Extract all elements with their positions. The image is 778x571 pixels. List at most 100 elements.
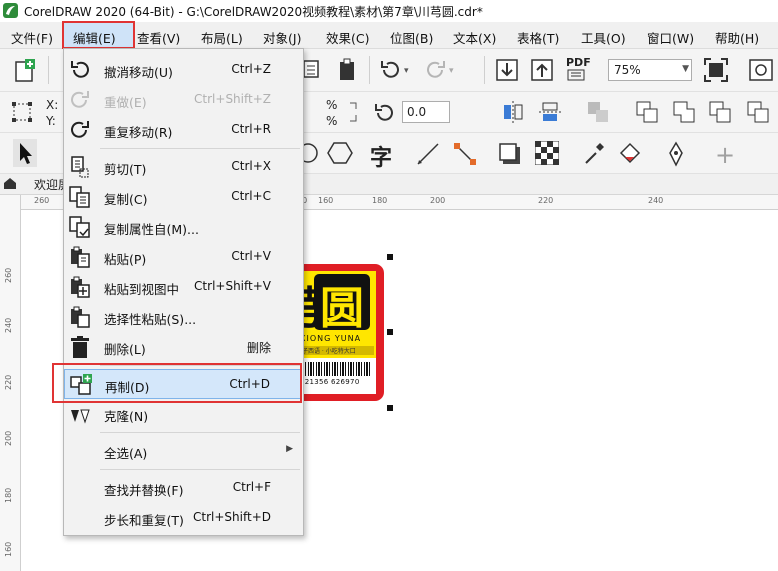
- menu-item-paste-special[interactable]: 选择性粘贴(S)...: [64, 302, 301, 332]
- y-label: Y:: [46, 114, 56, 128]
- import-icon[interactable]: [494, 57, 520, 86]
- redo-toolbar-icon[interactable]: [422, 58, 448, 85]
- menu-item-label: 删除(L): [104, 342, 146, 357]
- menu-item-label: 重复移动(R): [104, 125, 173, 140]
- publish-pdf-icon[interactable]: PDF: [566, 56, 596, 84]
- logo-character: 圆: [320, 283, 364, 334]
- mirror-vertical-icon[interactable]: [537, 99, 563, 128]
- menu-text[interactable]: 文本(X): [453, 28, 496, 47]
- object-position-icon: [10, 100, 36, 127]
- menu-item-paste[interactable]: 粘贴(P) Ctrl+V: [64, 242, 301, 272]
- rotation-icon: [373, 101, 397, 126]
- ruler-tick-label: 200: [430, 196, 446, 205]
- menu-item-delete[interactable]: 删除(L) 删除: [64, 332, 301, 362]
- menu-item-label: 步长和重复(T): [104, 513, 184, 528]
- menu-item-repeat[interactable]: 重复移动(R) Ctrl+R: [64, 115, 301, 145]
- dimension-tool-icon[interactable]: [415, 141, 441, 170]
- selection-handle[interactable]: [387, 329, 393, 335]
- eyedropper-tool-icon[interactable]: [582, 141, 606, 170]
- copy-properties-icon: [68, 215, 92, 239]
- transparency-tool-icon[interactable]: [534, 140, 560, 168]
- ruler-tick-label: 240: [4, 317, 13, 333]
- rotation-value: 0.0: [407, 105, 427, 119]
- full-screen-icon[interactable]: [703, 57, 729, 86]
- menu-item-find-replace[interactable]: 查找并替换(F) Ctrl+F: [64, 473, 301, 503]
- paste-special-icon: [68, 305, 92, 329]
- ruler-tick-label: 180: [372, 196, 388, 205]
- zoom-level-select[interactable]: 75% ▼: [608, 59, 692, 81]
- selection-handle[interactable]: [387, 405, 393, 411]
- menu-effects[interactable]: 效果(C): [326, 28, 369, 47]
- ruler-tick-label: 160: [318, 196, 334, 205]
- menu-item-shortcut: Ctrl+V: [231, 249, 271, 263]
- menu-item-paste-in-view[interactable]: 粘贴到视图中 Ctrl+Shift+V: [64, 272, 301, 302]
- ruler-tick-label: 180: [4, 487, 13, 503]
- menu-item-clone[interactable]: 克隆(N): [64, 399, 301, 429]
- menu-item-shortcut: 删除: [246, 341, 271, 355]
- undo-dropdown-icon[interactable]: ▾: [404, 66, 409, 76]
- new-document-icon[interactable]: [12, 58, 38, 87]
- clipboard-icon[interactable]: [335, 57, 361, 86]
- paste-in-view-icon: [68, 275, 92, 299]
- copy-icon: [68, 185, 92, 209]
- home-icon[interactable]: [3, 177, 17, 193]
- menu-item-cut[interactable]: 剪切(T) Ctrl+X: [64, 152, 301, 182]
- menu-tools[interactable]: 工具(O): [581, 28, 626, 47]
- menu-view[interactable]: 查看(V): [137, 28, 180, 47]
- combine-icon[interactable]: [634, 99, 660, 128]
- connector-tool-icon[interactable]: [452, 141, 478, 170]
- lock-ratio-icon[interactable]: [346, 99, 362, 128]
- menu-file[interactable]: 文件(F): [11, 28, 53, 47]
- mirror-horizontal-icon[interactable]: [500, 99, 526, 128]
- weld-icon[interactable]: [671, 99, 697, 128]
- selection-handle[interactable]: [387, 254, 393, 260]
- intersect-icon[interactable]: [745, 99, 771, 128]
- menu-layout[interactable]: 布局(L): [201, 28, 243, 47]
- menu-help[interactable]: 帮助(H): [715, 28, 759, 47]
- ruler-tick-label: 240: [648, 196, 664, 205]
- group-objects-icon[interactable]: [585, 99, 611, 128]
- menu-item-shortcut: Ctrl+X: [231, 159, 271, 173]
- barcode-number: 921356 626970: [300, 378, 360, 386]
- menu-item-undo[interactable]: 撤消移动(U) Ctrl+Z: [64, 55, 301, 85]
- welcome-screen-icon[interactable]: [748, 57, 774, 86]
- undo-toolbar-icon[interactable]: [378, 58, 404, 85]
- edit-menu-highlight-frame: [62, 21, 135, 49]
- chevron-right-icon: ▶: [286, 444, 293, 454]
- rotation-angle-input[interactable]: 0.0: [402, 101, 450, 123]
- menu-item-label: 克隆(N): [104, 409, 149, 424]
- outline-pen-tool-icon[interactable]: [665, 141, 687, 170]
- export-up-icon[interactable]: [529, 57, 555, 86]
- menu-item-select-all[interactable]: 全选(A) ▶: [64, 436, 301, 466]
- polygon-tool-icon[interactable]: [327, 141, 353, 168]
- menu-item-step-repeat[interactable]: 步长和重复(T) Ctrl+Shift+D: [64, 503, 301, 533]
- redo-icon: [68, 88, 92, 112]
- menu-window[interactable]: 窗口(W): [647, 28, 694, 47]
- menu-separator: [100, 432, 300, 433]
- trim-icon[interactable]: [707, 99, 733, 128]
- menu-item-label: 查找并替换(F): [104, 483, 184, 498]
- menu-item-label: 全选(A): [104, 446, 148, 461]
- menu-item-shortcut: Ctrl+Shift+V: [194, 279, 271, 293]
- menu-item-copy[interactable]: 复制(C) Ctrl+C: [64, 182, 301, 212]
- menu-item-copy-properties[interactable]: 复制属性自(M)...: [64, 212, 301, 242]
- menu-item-redo[interactable]: 重做(E) Ctrl+Shift+Z: [64, 85, 301, 115]
- scale-y-percent: %: [326, 114, 338, 128]
- vertical-ruler: 260 240 220 200 180 160: [0, 195, 21, 571]
- menu-table[interactable]: 表格(T): [517, 28, 559, 47]
- x-label: X:: [46, 98, 59, 112]
- interactive-fill-tool-icon[interactable]: [617, 141, 645, 170]
- menu-bitmaps[interactable]: 位图(B): [390, 28, 433, 47]
- menu-item-shortcut: Ctrl+R: [231, 122, 271, 136]
- menu-separator: [100, 148, 300, 149]
- drop-shadow-tool-icon[interactable]: [497, 141, 523, 170]
- text-tool-icon[interactable]: 字: [370, 140, 392, 172]
- menu-item-label: 复制(C): [104, 192, 148, 207]
- menu-item-shortcut: Ctrl+Shift+D: [193, 510, 271, 524]
- pick-tool-icon[interactable]: [13, 139, 37, 170]
- add-tool-icon[interactable]: +: [715, 141, 735, 169]
- menu-item-label: 粘贴到视图中: [104, 282, 180, 297]
- menu-object[interactable]: 对象(J): [263, 28, 301, 47]
- ruler-tick-label: 260: [34, 196, 50, 205]
- redo-dropdown-icon[interactable]: ▾: [449, 66, 454, 76]
